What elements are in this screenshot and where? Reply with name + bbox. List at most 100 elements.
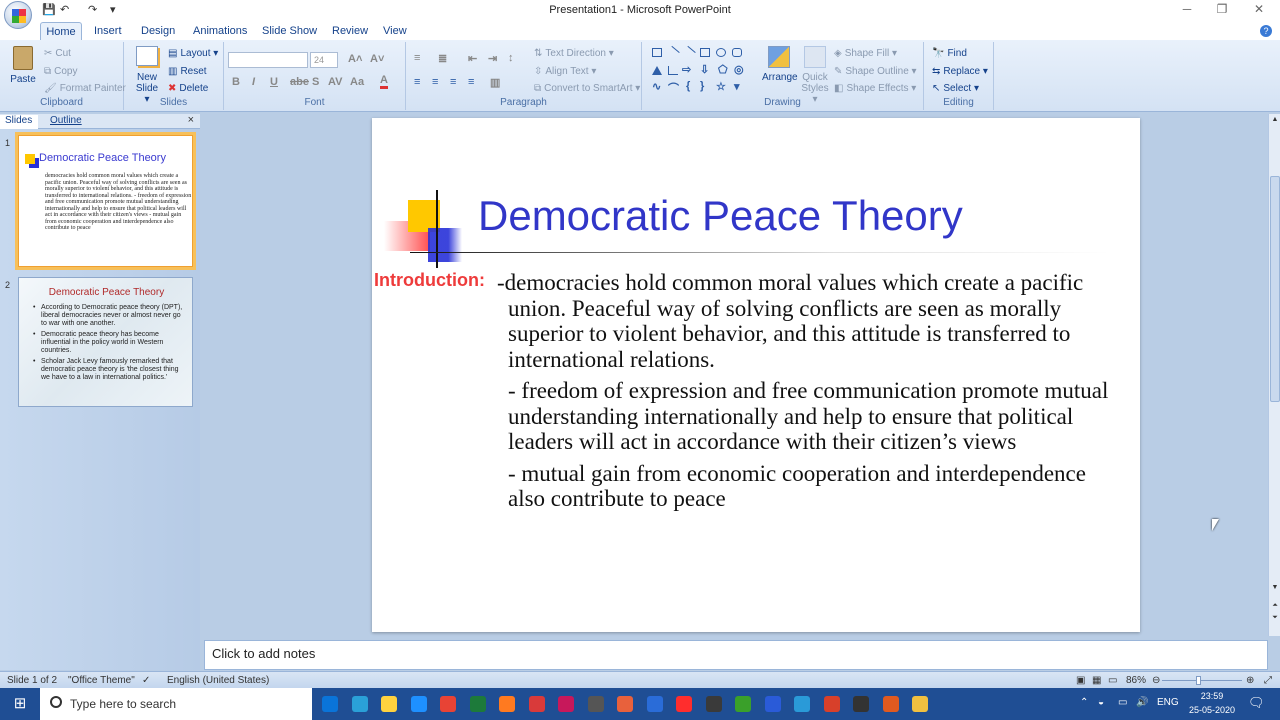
bold-icon[interactable]: B (232, 76, 240, 88)
align-text-button[interactable]: ⇳ Align Text ▾ (534, 66, 596, 77)
convert-smartart-button[interactable]: ⧉ Convert to SmartArt ▾ (534, 83, 640, 94)
taskbar-app-icon[interactable] (528, 696, 545, 712)
cut-button[interactable]: ✂ Cut (44, 48, 71, 59)
zoom-slider[interactable] (1162, 676, 1242, 685)
scroll-down-icon[interactable]: ▼ (1270, 584, 1280, 591)
tab-outline[interactable]: Outline (50, 115, 82, 126)
replace-button[interactable]: ⇆ Replace ▾ (932, 66, 988, 77)
taskbar-app-icon[interactable] (764, 696, 781, 712)
tray-chevron-icon[interactable]: ⌃ (1080, 697, 1088, 708)
undo-icon[interactable]: ↶ (60, 4, 72, 16)
shape-fill-button[interactable]: ◈ Shape Fill ▾ (834, 48, 897, 59)
oval-shape-icon[interactable] (716, 48, 726, 57)
change-case-icon[interactable]: Aa (350, 76, 364, 88)
taskbar-app-icon[interactable] (558, 696, 574, 712)
language-indicator[interactable]: English (United States) (167, 675, 269, 686)
italic-icon[interactable]: I (252, 76, 255, 88)
fit-to-window-icon[interactable]: ⤢ (1264, 675, 1272, 686)
arrange-button[interactable]: Arrange (762, 46, 798, 83)
callout-shape-icon[interactable]: ◎ (734, 63, 744, 76)
zoom-out-icon[interactable]: ⊖ (1152, 675, 1160, 686)
redo-icon[interactable]: ↷ (88, 4, 100, 16)
curve-shape-icon[interactable]: ∿ (652, 80, 661, 93)
slide-body[interactable]: -democracies hold common moral values wh… (497, 270, 1128, 518)
clock-date[interactable]: 25-05-2020 (1188, 705, 1236, 715)
vertical-scrollbar[interactable]: ▲ ▼ ⏶ ⏷ (1268, 114, 1280, 636)
windows-start-icon[interactable]: ⊞ (0, 688, 40, 720)
font-name-combo[interactable] (228, 52, 308, 68)
tab-design[interactable]: Design (141, 25, 175, 37)
tab-view[interactable]: View (383, 25, 407, 37)
align-right-icon[interactable]: ≡ (450, 76, 456, 88)
decrease-indent-icon[interactable]: ⇤ (468, 52, 477, 65)
taskbar-app-icon[interactable] (381, 696, 397, 712)
battery-icon[interactable]: ▭ (1118, 697, 1127, 708)
intro-label[interactable]: Introduction: (374, 270, 485, 291)
select-button[interactable]: ↖ Select ▾ (932, 83, 979, 94)
customize-qat-icon[interactable]: ▾ (110, 4, 122, 16)
clock-time[interactable]: 23:59 (1192, 691, 1232, 701)
minimize-button[interactable]: ─ (1172, 2, 1202, 18)
slide-thumbnail-1[interactable]: Democratic Peace Theory democracies hold… (15, 132, 196, 270)
strikethrough-icon[interactable]: abe (290, 76, 309, 88)
align-center-icon[interactable]: ≡ (432, 76, 438, 88)
tab-slide-show[interactable]: Slide Show (262, 25, 317, 37)
brace-left-shape-icon[interactable]: { (686, 80, 690, 92)
arc-shape-icon[interactable]: ⌒ (668, 80, 679, 96)
align-left-icon[interactable]: ≡ (414, 76, 420, 88)
more-shapes-icon[interactable]: ▾ (734, 80, 740, 93)
block-arrow-right-icon[interactable]: ⇨ (682, 63, 691, 76)
network-icon[interactable]: ◒ (1098, 697, 1104, 708)
taskbar-app-icon[interactable] (823, 696, 840, 712)
brace-right-shape-icon[interactable]: } (700, 80, 704, 92)
block-arrow-down-icon[interactable]: ⇩ (700, 63, 709, 76)
taskbar-app-icon[interactable] (499, 696, 515, 712)
spell-check-icon[interactable]: ✓ (142, 675, 150, 686)
slide-thumbnail-2[interactable]: Democratic Peace Theory According to Dem… (18, 277, 193, 407)
notes-pane[interactable]: Click to add notes (204, 640, 1268, 670)
taskbar-app-icon[interactable] (410, 696, 427, 712)
taskbar-app-icon[interactable] (646, 696, 663, 712)
zoom-slider-knob[interactable] (1196, 676, 1201, 685)
delete-slide-button[interactable]: ✖ Delete (168, 83, 208, 94)
shadow-icon[interactable]: S (312, 76, 319, 88)
office-button[interactable] (4, 1, 32, 29)
language-indicator-taskbar[interactable]: ENG (1157, 697, 1179, 708)
slide-title[interactable]: Democratic Peace Theory (478, 192, 963, 240)
rounded-rect-shape-icon[interactable] (732, 48, 742, 57)
scrollbar-thumb[interactable] (1270, 176, 1280, 402)
bullets-icon[interactable]: ≡ (414, 52, 420, 64)
scroll-up-icon[interactable]: ▲ (1270, 116, 1280, 123)
taskbar-app-icon[interactable] (705, 696, 722, 712)
theme-name[interactable]: "Office Theme" (68, 675, 135, 686)
star-shape-icon[interactable]: ☆ (716, 80, 726, 93)
underline-icon[interactable]: U (270, 76, 278, 88)
tab-home[interactable]: Home (40, 22, 82, 41)
taskbar-app-icon[interactable] (882, 696, 899, 712)
reset-button[interactable]: ▥ Reset (168, 66, 207, 77)
font-color-icon[interactable]: A (380, 74, 388, 89)
pane-close-icon[interactable]: × (188, 114, 194, 126)
find-button[interactable]: 🔭 Find (932, 48, 967, 59)
taskbar-app-icon[interactable] (912, 696, 928, 712)
taskbar-app-icon[interactable] (322, 696, 338, 712)
slide-canvas[interactable]: Democratic Peace Theory Introduction: -d… (372, 118, 1140, 632)
next-slide-icon[interactable]: ⏷ (1270, 614, 1280, 622)
tab-insert[interactable]: Insert (94, 25, 122, 37)
paste-button[interactable]: Paste (8, 46, 38, 85)
taskbar-search-box[interactable]: Type here to search (40, 688, 312, 720)
tab-review[interactable]: Review (332, 25, 368, 37)
close-button[interactable]: ✕ (1244, 2, 1274, 18)
shrink-font-icon[interactable]: A˅ (370, 53, 384, 65)
taskbar-app-icon[interactable] (853, 696, 869, 712)
rectangle-shape-icon[interactable] (700, 48, 710, 57)
line-spacing-icon[interactable]: ↕ (508, 52, 514, 64)
notification-icon[interactable]: 🗨 (1248, 695, 1265, 711)
zoom-in-icon[interactable]: ⊕ (1246, 675, 1254, 686)
taskbar-app-icon[interactable] (794, 696, 810, 712)
taskbar-app-icon[interactable] (617, 696, 633, 712)
save-icon[interactable]: 💾 (42, 4, 56, 16)
taskbar-app-icon[interactable] (440, 696, 456, 712)
taskbar-app-icon[interactable] (351, 696, 368, 712)
line-shape-icon[interactable] (666, 45, 680, 60)
